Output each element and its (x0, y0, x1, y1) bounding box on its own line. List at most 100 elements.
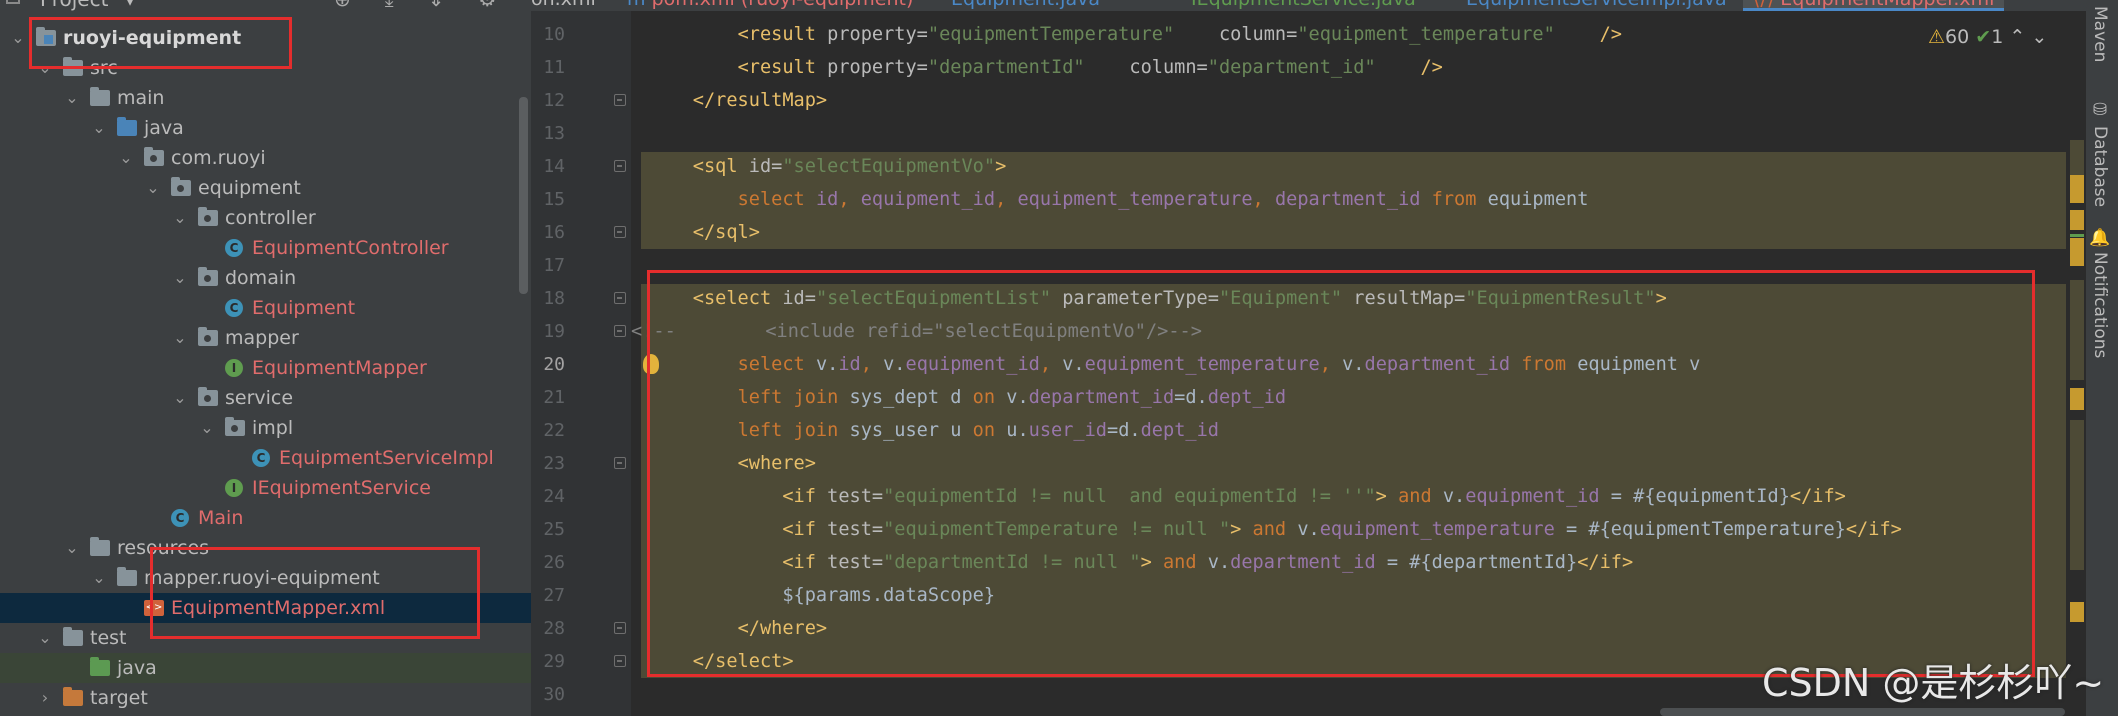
tree-item[interactable]: ⌄ domain (0, 263, 531, 293)
chevron-down-icon[interactable]: ⌄ (90, 113, 108, 143)
fold-icon[interactable] (614, 457, 626, 469)
code-line[interactable]: <result property="equipmentTemperature" … (648, 18, 1622, 51)
chevron-down-icon[interactable]: ⌄ (144, 173, 162, 203)
tree-item[interactable]: ⌄ src (0, 53, 531, 83)
tab-pom-xml[interactable]: m pom.xml (ruoyi-equipment) (627, 0, 913, 11)
tree-item[interactable]: C Equipment (0, 293, 531, 323)
horizontal-scrollbar[interactable] (1660, 708, 2065, 716)
tree-item[interactable]: ⌄ resources (0, 533, 531, 563)
code-line[interactable]: </select> (648, 645, 794, 678)
code-line[interactable]: <where> (648, 447, 816, 480)
fold-icon[interactable] (614, 622, 626, 634)
fold-icon[interactable] (614, 292, 626, 304)
tree-item[interactable]: ⌄ mapper.ruoyi-equipment (0, 563, 531, 593)
code-line[interactable]: ${params.dataScope} (648, 579, 995, 612)
tree-item[interactable]: ⌄ service (0, 383, 531, 413)
locate-icon[interactable]: ⊕ (334, 0, 351, 12)
stripe-warning-mark[interactable] (2070, 388, 2084, 410)
chevron-up-icon[interactable]: ⌃ (2009, 26, 2025, 48)
code-line[interactable]: left join sys_user u on u.user_id=d.dept… (648, 414, 1219, 447)
chevron-down-icon[interactable]: ⌄ (36, 53, 54, 83)
chevron-down-icon[interactable]: ⌄ (171, 263, 189, 293)
stripe-change-mark[interactable] (2070, 234, 2084, 237)
tree-item[interactable]: › target (0, 683, 531, 713)
stripe-warning-mark[interactable] (2070, 602, 2084, 622)
stripe-warning-mark[interactable] (2070, 210, 2084, 230)
stripe-warning-mark[interactable] (2070, 238, 2084, 266)
tab-equipmentmapper-xml[interactable]: ⟨/⟩ EquipmentMapper.xml (1743, 0, 2005, 11)
code-line[interactable]: left join sys_dept d on v.department_id=… (648, 381, 1287, 414)
notifications-tool-button[interactable]: Notifications (2090, 252, 2110, 358)
code-line[interactable]: </resultMap> (648, 84, 827, 117)
database-tool-button[interactable]: Database (2090, 126, 2110, 207)
code-line[interactable]: <select id="selectEquipmentList" paramet… (648, 282, 1667, 315)
line-number: 12 (543, 90, 565, 111)
chevron-right-icon[interactable]: › (36, 683, 54, 713)
chevron-down-icon[interactable]: ⌄ (2031, 26, 2047, 48)
tree-item[interactable]: ⌄ com.ruoyi (0, 143, 531, 173)
chevron-down-icon[interactable]: ⌄ (198, 413, 216, 443)
code-line[interactable]: <sql id="selectEquipmentVo"> (648, 150, 1006, 183)
code-token: > (1140, 552, 1163, 573)
tab-on-xml[interactable]: on.xml (531, 0, 596, 11)
code-token: v. (1442, 486, 1466, 507)
code-line[interactable]: </sql> (648, 216, 760, 249)
fold-icon[interactable] (614, 160, 626, 172)
chevron-down-icon[interactable]: ⌄ (90, 563, 108, 593)
code-line[interactable]: <if test="equipmentId != null and equipm… (648, 480, 1846, 513)
chevron-down-icon[interactable]: ⌄ (36, 623, 54, 653)
tree-item[interactable]: <> EquipmentMapper.xml (0, 593, 531, 623)
stripe-warning-mark[interactable] (2070, 175, 2084, 203)
collapse-all-icon[interactable]: ⤓ (385, 0, 394, 12)
chevron-down-icon[interactable]: ▾ (125, 0, 135, 12)
tab-iequipmentservice-java[interactable]: IEquipmentService.java (1191, 0, 1416, 11)
fold-icon[interactable] (614, 655, 626, 667)
line-number: 18 (543, 288, 565, 309)
tree-item[interactable]: ⌄ controller (0, 203, 531, 233)
chevron-down-icon[interactable]: ⌄ (63, 83, 81, 113)
package-icon (144, 147, 164, 166)
tree-item[interactable]: ⌄ ruoyi-equipment (0, 23, 531, 53)
inspections-widget[interactable]: ⚠60 ✔1 ⌃ ⌄ (1928, 22, 2047, 52)
tab-label: IEquipmentService.java (1191, 0, 1416, 10)
xml-file-icon: <> (144, 600, 164, 616)
expand-icon[interactable]: ⇕ (428, 0, 445, 12)
tree-item[interactable]: java (0, 653, 531, 683)
code-token: "equipmentTemperature != null " (883, 519, 1231, 540)
tree-item[interactable]: ⌄ test (0, 623, 531, 653)
maven-tool-button[interactable]: Maven (2090, 6, 2110, 62)
code-line[interactable]: <!-- <include refid="selectEquipmentVo"/… (631, 315, 1202, 348)
gear-icon[interactable]: ⚙ (478, 0, 496, 12)
code-line[interactable]: <if test="departmentId != null "> and v.… (648, 546, 1633, 579)
tree-item[interactable]: ⌄ java (0, 113, 531, 143)
tree-item[interactable]: C Main (0, 503, 531, 533)
tree-item[interactable]: ⌄ equipment (0, 173, 531, 203)
chevron-down-icon[interactable]: ⌄ (9, 23, 27, 53)
fold-icon[interactable] (614, 226, 626, 238)
tree-item[interactable]: ⌄ impl (0, 413, 531, 443)
fold-icon[interactable] (614, 325, 626, 337)
code-line[interactable]: </where> (648, 612, 828, 645)
tree-item[interactable]: ⌄ main (0, 83, 531, 113)
chevron-down-icon[interactable]: ⌄ (171, 323, 189, 353)
tree-item[interactable]: I EquipmentMapper (0, 353, 531, 383)
chevron-down-icon[interactable]: ⌄ (117, 143, 135, 173)
tree-item[interactable]: C EquipmentServiceImpl (0, 443, 531, 473)
tree-item[interactable]: ⌄ mapper (0, 323, 531, 353)
tree-item[interactable]: I IEquipmentService (0, 473, 531, 503)
code-token: <if (782, 519, 828, 540)
project-title[interactable]: Project (40, 0, 108, 12)
code-line[interactable]: <result property="departmentId" column="… (648, 51, 1443, 84)
tab-equipmentserviceimpl-java[interactable]: EquipmentServiceImpl.java (1466, 0, 1727, 11)
code-token: department_id (1274, 189, 1432, 210)
tab-equipment-java[interactable]: Equipment.java (951, 0, 1100, 11)
code-line[interactable]: <if test="equipmentTemperature != null "… (648, 513, 1902, 546)
chevron-down-icon[interactable]: ⌄ (63, 533, 81, 563)
chevron-down-icon[interactable]: ⌄ (171, 203, 189, 233)
code-line[interactable]: select v.id, v.equipment_id, v.equipment… (648, 348, 1701, 381)
fold-icon[interactable] (614, 94, 626, 106)
tree-scrollbar[interactable] (519, 97, 528, 294)
code-line[interactable]: select id, equipment_id, equipment_tempe… (648, 183, 1589, 216)
chevron-down-icon[interactable]: ⌄ (171, 383, 189, 413)
tree-item[interactable]: C EquipmentController (0, 233, 531, 263)
